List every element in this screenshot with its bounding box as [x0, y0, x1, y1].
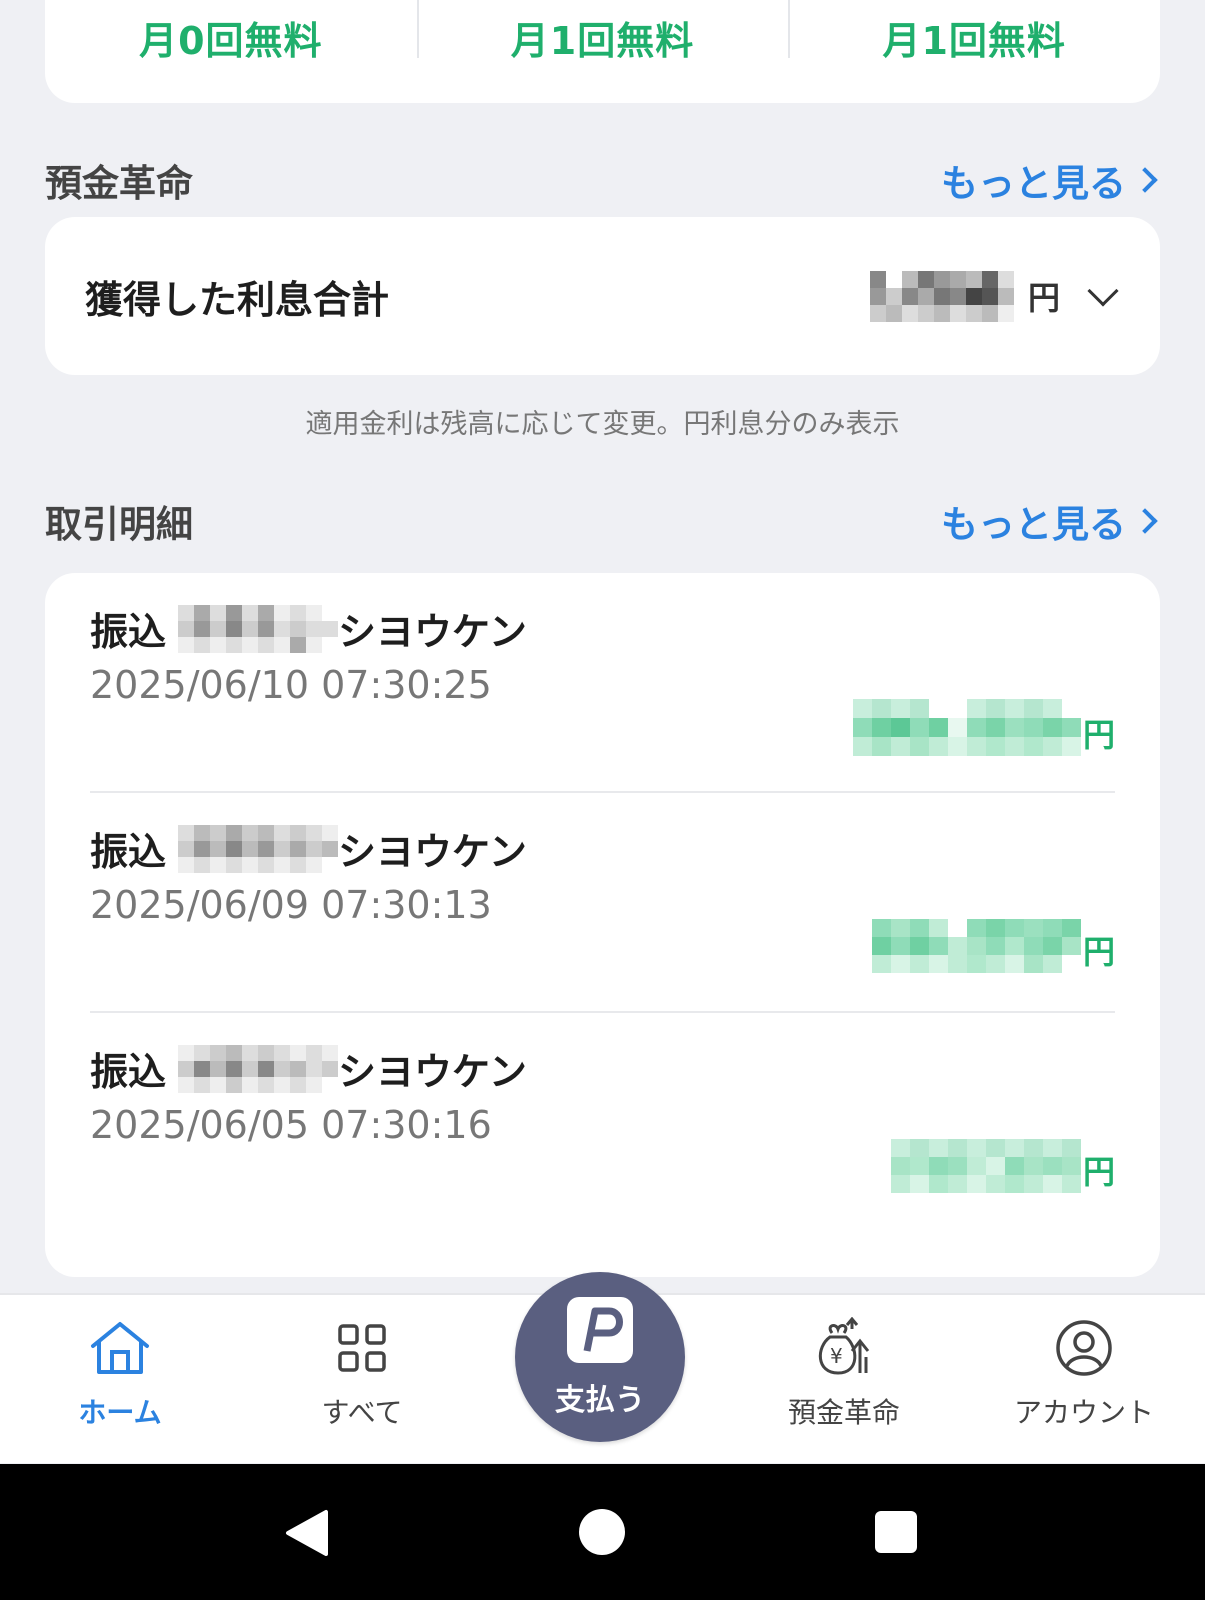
yen-unit: 円 — [1082, 933, 1115, 971]
transaction-name-suffix: シヨウケン — [338, 1050, 527, 1094]
nav-all[interactable]: すべて — [262, 1313, 462, 1431]
redacted-name — [178, 604, 339, 653]
more-link-label: もっと見る — [941, 503, 1126, 546]
transaction-amount: 円 — [890, 1139, 1115, 1193]
redacted-amount — [869, 270, 1014, 322]
transactions-card: 振込 シヨウケン 2025/06/10 07:30:25 円 振込 シヨウケン … — [45, 573, 1160, 1277]
home-circle-icon[interactable] — [578, 1508, 626, 1560]
redacted-amount — [871, 919, 1081, 973]
transaction-type: 振込 — [90, 610, 167, 654]
more-link-label: もっと見る — [941, 162, 1126, 205]
chevron-down-icon[interactable] — [1087, 275, 1119, 307]
transaction-type: 振込 — [90, 1050, 167, 1094]
nav-label: アカウント — [1013, 1396, 1154, 1429]
section-title: 預金革命 — [45, 162, 193, 205]
transaction-name-suffix: シヨウケン — [338, 830, 527, 874]
section-title: 取引明細 — [45, 503, 193, 546]
transaction-title: 振込 シヨウケン — [90, 821, 527, 876]
redacted-name — [178, 1044, 339, 1093]
transaction-type: 振込 — [90, 830, 167, 874]
interest-note: 適用金利は残高に応じて変更。円利息分のみ表示 — [305, 409, 900, 440]
yen-unit: 円 — [1082, 716, 1115, 754]
transactions-more-link[interactable]: もっと見る — [941, 494, 1160, 548]
chevron-right-icon — [1132, 508, 1158, 534]
free-count: 月1回無料 — [510, 19, 695, 63]
nav-label: ホーム — [78, 1396, 162, 1429]
redacted-amount — [890, 1139, 1081, 1193]
user-circle-icon — [1049, 1313, 1119, 1383]
transaction-amount: 円 — [852, 699, 1115, 756]
transaction-datetime: 2025/06/10 07:30:25 — [90, 663, 492, 707]
deposit-section-header: 預金革命 もっと見る — [45, 150, 1160, 210]
fee-summary-card: 月0回無料 月1回無料 月1回無料 — [45, 0, 1160, 103]
nav-label: すべて — [321, 1396, 403, 1429]
transaction-name-suffix: シヨウケン — [338, 610, 527, 654]
interest-value: 円 — [869, 270, 1122, 322]
money-bag-icon: ¥ — [809, 1313, 879, 1383]
nav-account[interactable]: アカウント — [984, 1313, 1184, 1431]
fee-cell: 月1回無料 — [416, 0, 789, 103]
transaction-amount: 円 — [871, 919, 1115, 973]
nav-home[interactable]: ホーム — [20, 1313, 220, 1431]
transaction-row[interactable]: 振込 シヨウケン 2025/06/10 07:30:25 円 — [90, 573, 1115, 793]
pay-label: 支払う — [555, 1383, 645, 1418]
yen-unit: 円 — [1027, 279, 1060, 317]
fee-cell: 月0回無料 — [45, 0, 417, 103]
paypay-logo-icon — [565, 1295, 635, 1369]
back-icon[interactable] — [284, 1508, 330, 1562]
fee-cell: 月1回無料 — [788, 0, 1160, 103]
nav-deposit[interactable]: ¥ 預金革命 — [744, 1313, 944, 1431]
free-count: 月1回無料 — [882, 19, 1066, 63]
recents-icon[interactable] — [874, 1510, 918, 1558]
nav-label: 預金革命 — [787, 1396, 900, 1429]
transaction-title: 振込 シヨウケン — [90, 1041, 527, 1096]
transaction-row[interactable]: 振込 シヨウケン 2025/06/05 07:30:16 円 — [90, 1013, 1115, 1233]
transaction-row[interactable]: 振込 シヨウケン 2025/06/09 07:30:13 円 — [90, 793, 1115, 1013]
transaction-title: 振込 シヨウケン — [90, 601, 527, 656]
interest-label: 獲得した利息合計 — [85, 277, 390, 322]
pay-button[interactable]: 支払う — [515, 1272, 685, 1442]
redacted-name — [178, 824, 339, 873]
system-nav-bar — [0, 1464, 1205, 1600]
deposit-more-link[interactable]: もっと見る — [941, 153, 1160, 207]
svg-text:¥: ¥ — [830, 1344, 843, 1368]
free-count: 月0回無料 — [139, 19, 323, 63]
interest-total-card[interactable]: 獲得した利息合計 円 — [45, 217, 1160, 375]
grid-icon — [327, 1313, 397, 1383]
redacted-amount — [852, 699, 1081, 756]
transaction-datetime: 2025/06/09 07:30:13 — [90, 883, 492, 927]
transaction-datetime: 2025/06/05 07:30:16 — [90, 1103, 492, 1147]
yen-unit: 円 — [1082, 1153, 1115, 1191]
chevron-right-icon — [1132, 167, 1158, 193]
home-icon — [85, 1313, 155, 1383]
transactions-section-header: 取引明細 もっと見る — [45, 491, 1160, 551]
